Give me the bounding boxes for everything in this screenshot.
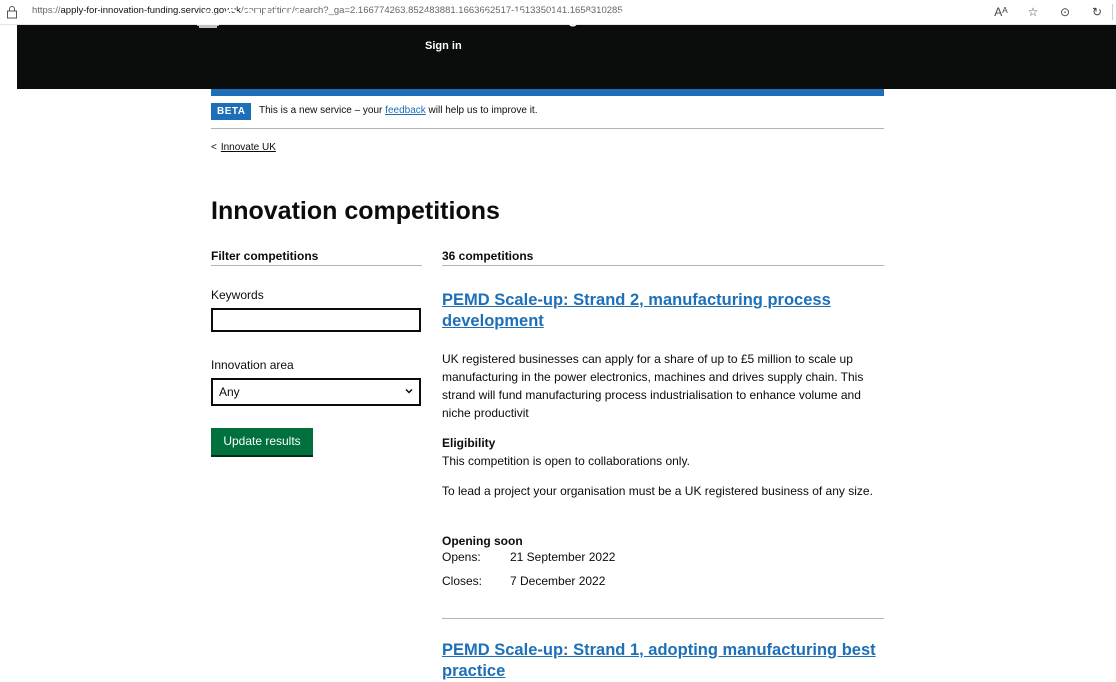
keywords-label: Keywords — [211, 288, 264, 302]
read-aloud-icon[interactable]: Aᴬ — [992, 3, 1010, 21]
govuk-logo[interactable]: GOV.UK — [224, 6, 302, 29]
toolbar-divider — [1112, 4, 1113, 20]
header-accent-bar — [211, 89, 884, 96]
page-title: Innovation competitions — [211, 197, 500, 225]
phase-banner: BETA This is a new service – your feedba… — [211, 103, 884, 129]
eligibility-text: To lead a project your organisation must… — [442, 484, 873, 498]
competition-description: UK registered businesses can apply for a… — [442, 352, 864, 420]
innovation-area-select[interactable]: Any — [211, 378, 421, 406]
eligibility-text: This competition is open to collaboratio… — [442, 454, 690, 468]
chevron-left-icon: < — [211, 142, 217, 153]
status-label: Opening soon — [442, 534, 523, 548]
opens-value: 21 September 2022 — [510, 550, 616, 564]
closes-value: 7 December 2022 — [510, 574, 606, 588]
favorite-icon[interactable]: ☆ — [1024, 3, 1042, 21]
sign-in-link[interactable]: Sign in — [425, 40, 462, 52]
closes-label: Closes: — [442, 574, 483, 588]
result-divider — [442, 618, 884, 619]
competition-title-link[interactable]: PEMD Scale-up: Strand 2, manufacturing p… — [442, 290, 882, 332]
update-results-button[interactable]: Update results — [211, 428, 313, 455]
lock-icon — [7, 6, 17, 19]
phase-banner-text: This is a new service – your feedback wi… — [259, 105, 538, 116]
keywords-input[interactable] — [211, 308, 421, 332]
crown-icon — [197, 9, 219, 28]
eligibility-heading: Eligibility — [442, 436, 496, 450]
closes-row: Closes: 7 December 2022 — [442, 574, 605, 588]
opens-row: Opens: 21 September 2022 — [442, 550, 615, 564]
innovation-area-label: Innovation area — [211, 358, 294, 372]
breadcrumb-back-link[interactable]: < Innovate UK — [211, 142, 276, 153]
extension-icon[interactable]: ⊙ — [1056, 3, 1074, 21]
chevron-down-icon — [405, 388, 413, 394]
service-name-link[interactable]: Innovation Funding Service — [425, 9, 641, 28]
opens-label: Opens: — [442, 550, 481, 564]
feedback-link[interactable]: feedback — [385, 105, 426, 116]
govuk-header — [17, 25, 1116, 89]
filter-heading: Filter competitions — [211, 249, 422, 266]
refresh-icon[interactable]: ↻ — [1088, 3, 1106, 21]
beta-tag: BETA — [211, 103, 252, 120]
competition-title-link[interactable]: PEMD Scale-up: Strand 1, adopting manufa… — [442, 640, 882, 682]
select-value: Any — [219, 385, 240, 399]
competition-count: 36 competitions — [442, 249, 884, 266]
